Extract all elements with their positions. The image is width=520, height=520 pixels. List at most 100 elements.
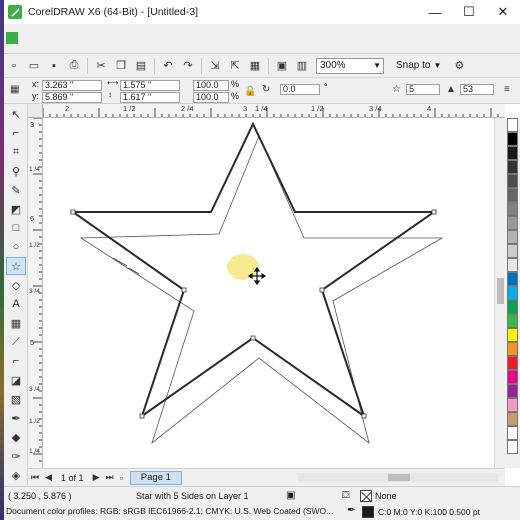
star-node[interactable]	[431, 209, 437, 215]
connector-tool-icon[interactable]: ⌐	[6, 352, 26, 370]
basic-shapes-tool-icon[interactable]: ◇	[6, 276, 26, 294]
smart-fill-tool-icon[interactable]: ◩	[6, 200, 26, 218]
palette-swatch[interactable]	[507, 398, 518, 412]
pick-tool-icon[interactable]: ↖	[6, 105, 26, 123]
star-node[interactable]	[361, 413, 367, 419]
snap-to-dropdown[interactable]: Snap to ▼	[392, 60, 445, 71]
palette-swatch[interactable]	[507, 230, 518, 244]
outline-width-icon[interactable]: ≡	[504, 84, 510, 95]
freehand-tool-icon[interactable]: ✎	[6, 181, 26, 199]
palette-swatch[interactable]	[507, 314, 518, 328]
first-page-icon[interactable]: ⏮	[31, 472, 39, 483]
vertical-scroll-thumb[interactable]	[497, 278, 504, 304]
previous-page-icon[interactable]: ◀	[45, 472, 52, 483]
dimension-tool-icon[interactable]: ⟋	[6, 333, 26, 351]
vertical-scrollbar[interactable]	[494, 118, 505, 468]
document-icon[interactable]	[6, 32, 18, 44]
zoom-level-dropdown[interactable]: 300% ▼	[316, 57, 384, 74]
drawing-canvas[interactable]	[43, 118, 494, 468]
fill-tool-icon[interactable]: ◈	[6, 466, 26, 484]
palette-swatch[interactable]	[507, 258, 518, 272]
open-icon[interactable]: ▭	[26, 58, 42, 74]
publish-pdf-icon[interactable]: ▦	[247, 58, 263, 74]
minimize-button[interactable]: —	[418, 0, 452, 24]
redo-icon[interactable]: ↷	[180, 58, 196, 74]
ruler-origin[interactable]	[28, 104, 43, 118]
print-icon[interactable]: ⎙	[66, 58, 82, 74]
scale-height-input[interactable]: 100.0	[193, 92, 229, 103]
eyedropper-tool-icon[interactable]: ✒	[6, 409, 26, 427]
palette-swatch[interactable]	[507, 132, 518, 146]
transparency-tool-icon[interactable]: ▧	[6, 390, 26, 408]
palette-swatch[interactable]	[507, 272, 518, 286]
page-tab[interactable]: Page 1	[129, 470, 182, 485]
palette-swatch[interactable]	[507, 244, 518, 258]
copy-icon[interactable]: ❐	[113, 58, 129, 74]
color-profiles-text[interactable]: Document color profiles: RGB: sRGB IEC61…	[6, 506, 333, 516]
welcome-screen-icon[interactable]: ▥	[294, 58, 310, 74]
palette-swatch[interactable]	[507, 216, 518, 230]
palette-swatch[interactable]	[507, 146, 518, 160]
palette-swatch[interactable]	[507, 384, 518, 398]
palette-swatch[interactable]	[507, 370, 518, 384]
palette-swatch[interactable]	[507, 188, 518, 202]
star-node[interactable]	[181, 287, 187, 293]
height-input[interactable]: 1.617 "	[120, 92, 180, 103]
palette-swatch[interactable]	[507, 118, 518, 132]
rotation-input[interactable]: 0.0	[280, 84, 320, 95]
x-position-input[interactable]: 3.263 "	[42, 80, 102, 91]
outline-pen-tool-icon[interactable]: ✑	[6, 447, 26, 465]
new-document-icon[interactable]: ▫	[6, 58, 22, 74]
fill-none-swatch[interactable]	[360, 490, 372, 502]
horizontal-scroll-thumb[interactable]	[388, 474, 410, 481]
star-node[interactable]	[319, 287, 325, 293]
shape-tool-icon[interactable]: ⌐	[6, 124, 26, 142]
palette-swatch[interactable]	[507, 426, 518, 440]
star-node[interactable]	[250, 335, 256, 341]
text-tool-icon[interactable]: A	[6, 295, 26, 313]
palette-swatch[interactable]	[507, 202, 518, 216]
polygon-tool-icon[interactable]: ☆	[6, 257, 26, 275]
save-icon[interactable]: ▪	[46, 58, 62, 74]
palette-swatch[interactable]	[507, 300, 518, 314]
drawing-surface[interactable]	[43, 118, 494, 468]
star-points-input[interactable]: 5	[406, 84, 440, 95]
palette-swatch[interactable]	[507, 160, 518, 174]
crop-tool-icon[interactable]: ⌗	[6, 143, 26, 161]
last-page-icon[interactable]: ⏭	[105, 472, 113, 483]
horizontal-scrollbar[interactable]	[298, 473, 498, 482]
object-origin-icon[interactable]: ▦	[10, 84, 19, 95]
zoom-tool-icon[interactable]: ⚲	[6, 162, 26, 180]
import-icon[interactable]: ⇲	[207, 58, 223, 74]
horizontal-ruler[interactable]: 2 1 /2 2 /4 3 1 /4 1 /2 3 /4 4 inches	[43, 104, 505, 118]
palette-swatch[interactable]	[507, 356, 518, 370]
scale-width-input[interactable]: 100.0	[193, 80, 229, 91]
star-node[interactable]	[139, 413, 145, 419]
palette-swatch[interactable]	[507, 440, 518, 454]
paste-icon[interactable]: ▤	[133, 58, 149, 74]
maximize-button[interactable]: ☐	[452, 0, 486, 24]
star-node[interactable]	[70, 209, 76, 215]
table-tool-icon[interactable]: ▦	[6, 314, 26, 332]
y-position-input[interactable]: 5.869 "	[42, 92, 102, 103]
export-icon[interactable]: ⇱	[227, 58, 243, 74]
close-button[interactable]: ✕	[486, 0, 520, 24]
ellipse-tool-icon[interactable]: ○	[6, 238, 26, 256]
interactive-fill-tool-icon[interactable]: ◆	[6, 428, 26, 446]
palette-swatch[interactable]	[507, 342, 518, 356]
application-launcher-icon[interactable]: ▣	[274, 58, 290, 74]
add-page-icon[interactable]: ▫	[120, 473, 123, 483]
drop-shadow-tool-icon[interactable]: ◪	[6, 371, 26, 389]
lock-ratio-icon[interactable]: 🔒	[244, 86, 256, 97]
outline-color-swatch[interactable]	[362, 506, 374, 518]
options-icon[interactable]: ⚙	[451, 58, 467, 74]
palette-swatch[interactable]	[507, 174, 518, 188]
palette-swatch[interactable]	[507, 412, 518, 426]
next-page-icon[interactable]: ▶	[93, 472, 100, 483]
cut-icon[interactable]: ✂	[93, 58, 109, 74]
rectangle-tool-icon[interactable]: □	[6, 219, 26, 237]
vertical-ruler[interactable]: 3 1 /4 6 1 /2 3 /4 5 3 /4 1 /2 1 /4	[28, 118, 43, 468]
star-sharpness-input[interactable]: 53	[460, 84, 494, 95]
palette-swatch[interactable]	[507, 286, 518, 300]
palette-swatch[interactable]	[507, 328, 518, 342]
